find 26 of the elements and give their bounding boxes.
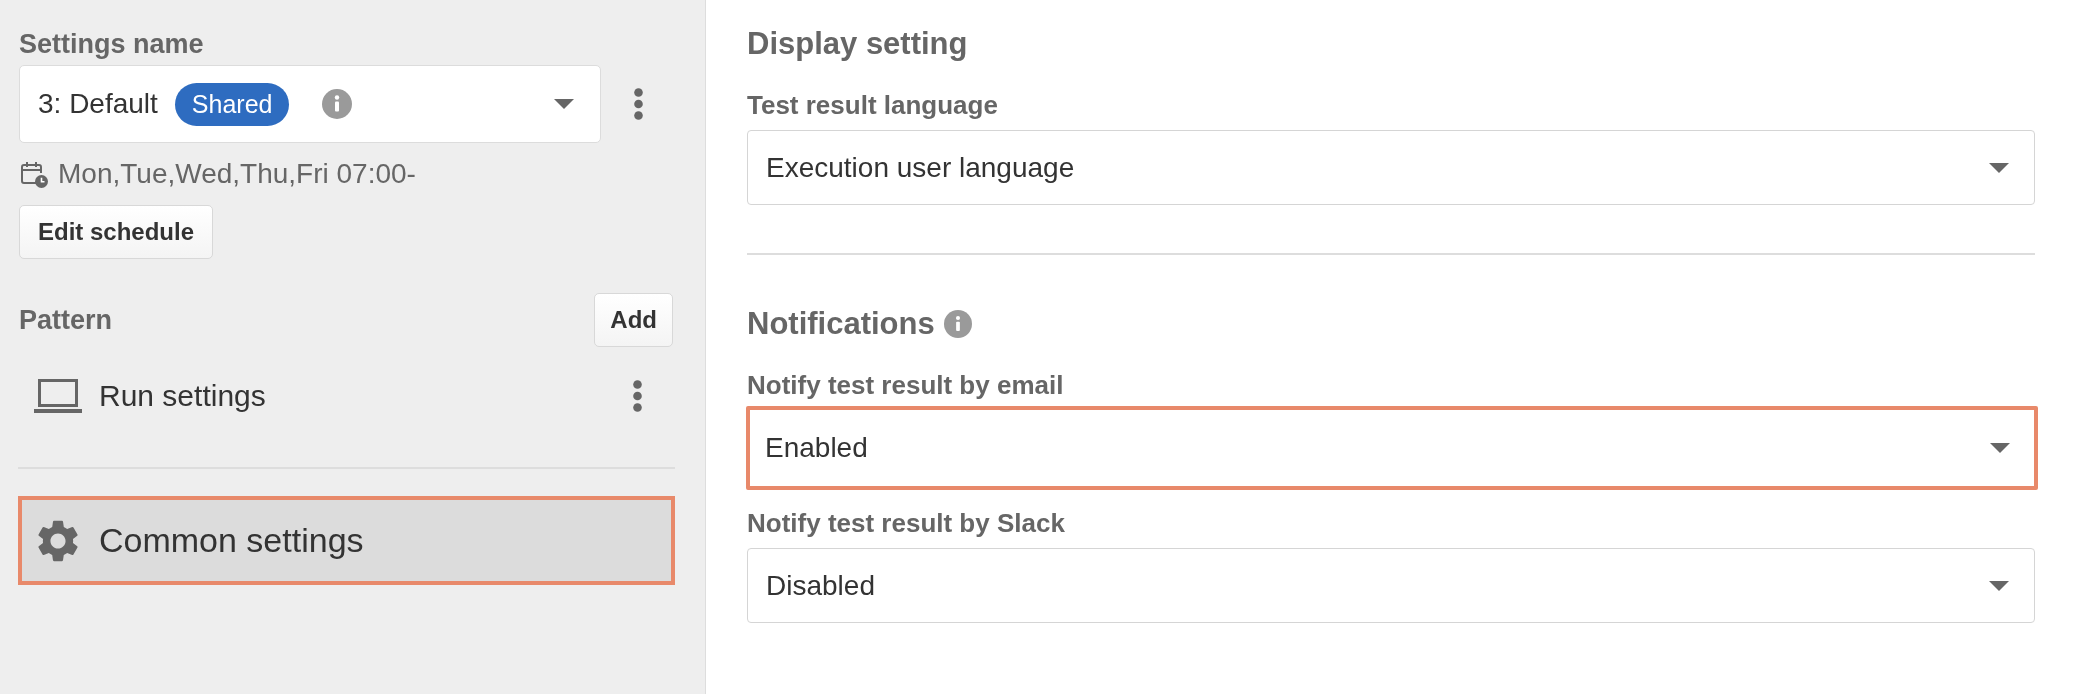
dropdown-select[interactable]: Enabled [746,406,2038,490]
settings-select[interactable]: 3: Default Shared [19,65,601,143]
laptop-icon [34,379,82,413]
schedule-text: Mon,Tue,Wed,Thu,Fri 07:00- [58,158,416,190]
field-label: Settings name [19,28,205,60]
edit-schedule-button[interactable]: Edit schedule [19,205,214,259]
caret-icon [1990,443,2010,453]
caret-icon [1989,162,2009,173]
caret-icon [1989,580,2009,591]
pattern-item[interactable]: Run settings [15,364,679,428]
caret-icon [554,99,574,109]
shared-badge: Shared [174,82,290,126]
kebab-menu-icon[interactable] [633,380,642,412]
field-label: Notify test result by email [747,369,1065,401]
settings-icon [38,519,78,562]
kebab-menu-icon[interactable] [634,88,643,120]
section-title: Display setting [747,25,968,63]
calendar-clock-icon [21,160,48,188]
field-label: Notify test result by Slack [747,507,1066,539]
common-settings-item[interactable]: Common settings [18,496,675,585]
dropdown-select[interactable]: Disabled [747,548,2035,623]
section-title: Notifications [747,305,935,343]
add-button[interactable]: Add [594,293,673,347]
dropdown-select[interactable]: Execution user language [747,130,2035,205]
field-label: Test result language [747,89,999,121]
section-label: Pattern [19,304,113,336]
